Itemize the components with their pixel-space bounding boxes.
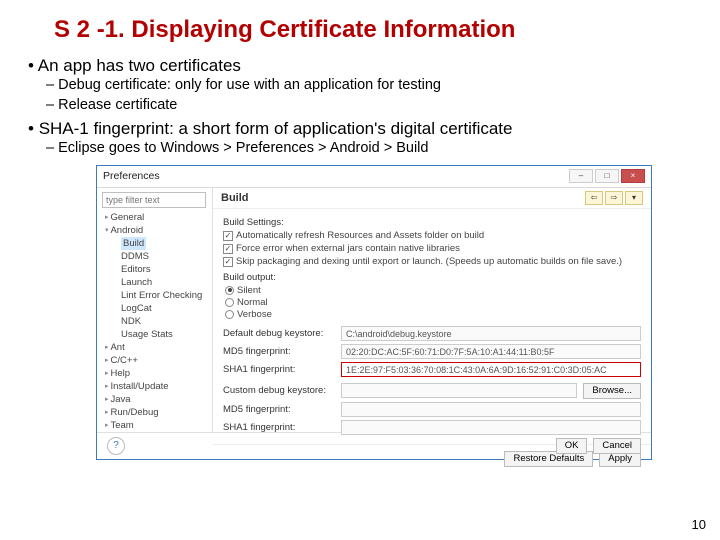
filter-input[interactable] bbox=[102, 192, 206, 208]
tree-ant[interactable]: Ant bbox=[99, 341, 210, 354]
label-normal: Normal bbox=[237, 297, 268, 308]
radio-normal[interactable] bbox=[225, 298, 234, 307]
tree-ddms[interactable]: DDMS bbox=[99, 250, 210, 263]
tree-panel: General Android Build DDMS Editors Launc… bbox=[97, 188, 213, 432]
radio-silent[interactable] bbox=[225, 286, 234, 295]
default-keystore-value: C:\android\debug.keystore bbox=[341, 326, 641, 341]
label-skip-packaging: Skip packaging and dexing until export o… bbox=[236, 256, 622, 268]
custom-keystore-label: Custom debug keystore: bbox=[223, 385, 335, 396]
help-icon[interactable]: ? bbox=[107, 437, 125, 455]
tree-help[interactable]: Help bbox=[99, 367, 210, 380]
page-number: 10 bbox=[692, 517, 706, 532]
tree-rundebug[interactable]: Run/Debug bbox=[99, 406, 210, 419]
tree-android[interactable]: Android bbox=[99, 224, 210, 237]
checkbox-force-error[interactable]: ✓ bbox=[223, 244, 233, 254]
minimize-button[interactable]: – bbox=[569, 169, 593, 183]
titlebar: Preferences – □ × bbox=[97, 166, 651, 188]
sub-3: Eclipse goes to Windows > Preferences > … bbox=[46, 139, 692, 159]
custom-keystore-value[interactable] bbox=[341, 383, 577, 398]
label-verbose: Verbose bbox=[237, 309, 272, 320]
tree-launch[interactable]: Launch bbox=[99, 276, 210, 289]
tree-install[interactable]: Install/Update bbox=[99, 380, 210, 393]
md5-2-value bbox=[341, 402, 641, 417]
tree-editors[interactable]: Editors bbox=[99, 263, 210, 276]
nav-forward-button[interactable]: ⇨ bbox=[605, 191, 623, 205]
label-auto-refresh: Automatically refresh Resources and Asse… bbox=[236, 230, 484, 242]
tree-ndk[interactable]: NDK bbox=[99, 315, 210, 328]
sub-2: Release certificate bbox=[46, 96, 692, 116]
tree-build[interactable]: Build bbox=[121, 237, 146, 250]
browse-button[interactable]: Browse... bbox=[583, 383, 641, 399]
window-title: Preferences bbox=[103, 170, 569, 182]
checkbox-auto-refresh[interactable]: ✓ bbox=[223, 231, 233, 241]
panel-heading: Build bbox=[221, 192, 583, 204]
sha1-2-label: SHA1 fingerprint: bbox=[223, 422, 335, 433]
slide-title: S 2 -1. Displaying Certificate Informati… bbox=[54, 16, 692, 44]
radio-verbose[interactable] bbox=[225, 310, 234, 319]
preferences-window: Preferences – □ × General Android Build … bbox=[96, 165, 652, 460]
cancel-button[interactable]: Cancel bbox=[593, 438, 641, 454]
sha1-2-value bbox=[341, 420, 641, 435]
build-output-label: Build output: bbox=[223, 272, 641, 283]
label-silent: Silent bbox=[237, 285, 261, 296]
tree-usage[interactable]: Usage Stats bbox=[99, 328, 210, 341]
sha1-label: SHA1 fingerprint: bbox=[223, 364, 335, 375]
ok-button[interactable]: OK bbox=[556, 438, 588, 454]
tree-cpp[interactable]: C/C++ bbox=[99, 354, 210, 367]
bullet-1: An app has two certificates bbox=[28, 56, 692, 76]
tree-logcat[interactable]: LogCat bbox=[99, 302, 210, 315]
md5-label: MD5 fingerprint: bbox=[223, 346, 335, 357]
nav-back-button[interactable]: ⇦ bbox=[585, 191, 603, 205]
tree-java[interactable]: Java bbox=[99, 393, 210, 406]
nav-menu-button[interactable]: ▾ bbox=[625, 191, 643, 205]
maximize-button[interactable]: □ bbox=[595, 169, 619, 183]
md5-2-label: MD5 fingerprint: bbox=[223, 404, 335, 415]
main-panel: Build ⇦ ⇨ ▾ Build Settings: ✓Automatical… bbox=[213, 188, 651, 432]
default-keystore-label: Default debug keystore: bbox=[223, 328, 335, 339]
tree-general[interactable]: General bbox=[99, 211, 210, 224]
md5-value: 02:20:DC:AC:5F:60:71:D0:7F:5A:10:A1:44:1… bbox=[341, 344, 641, 359]
sub-1: Debug certificate: only for use with an … bbox=[46, 76, 692, 96]
label-force-error: Force error when external jars contain n… bbox=[236, 243, 460, 255]
tree-team[interactable]: Team bbox=[99, 419, 210, 432]
sha1-value: 1E:2E:97:F5:03:36:70:08:1C:43:0A:6A:9D:1… bbox=[341, 362, 641, 377]
build-settings-label: Build Settings: bbox=[223, 217, 641, 228]
close-button[interactable]: × bbox=[621, 169, 645, 183]
tree-lint[interactable]: Lint Error Checking bbox=[99, 289, 210, 302]
checkbox-skip-packaging[interactable]: ✓ bbox=[223, 257, 233, 267]
bullet-2: SHA-1 fingerprint: a short form of appli… bbox=[28, 119, 692, 139]
